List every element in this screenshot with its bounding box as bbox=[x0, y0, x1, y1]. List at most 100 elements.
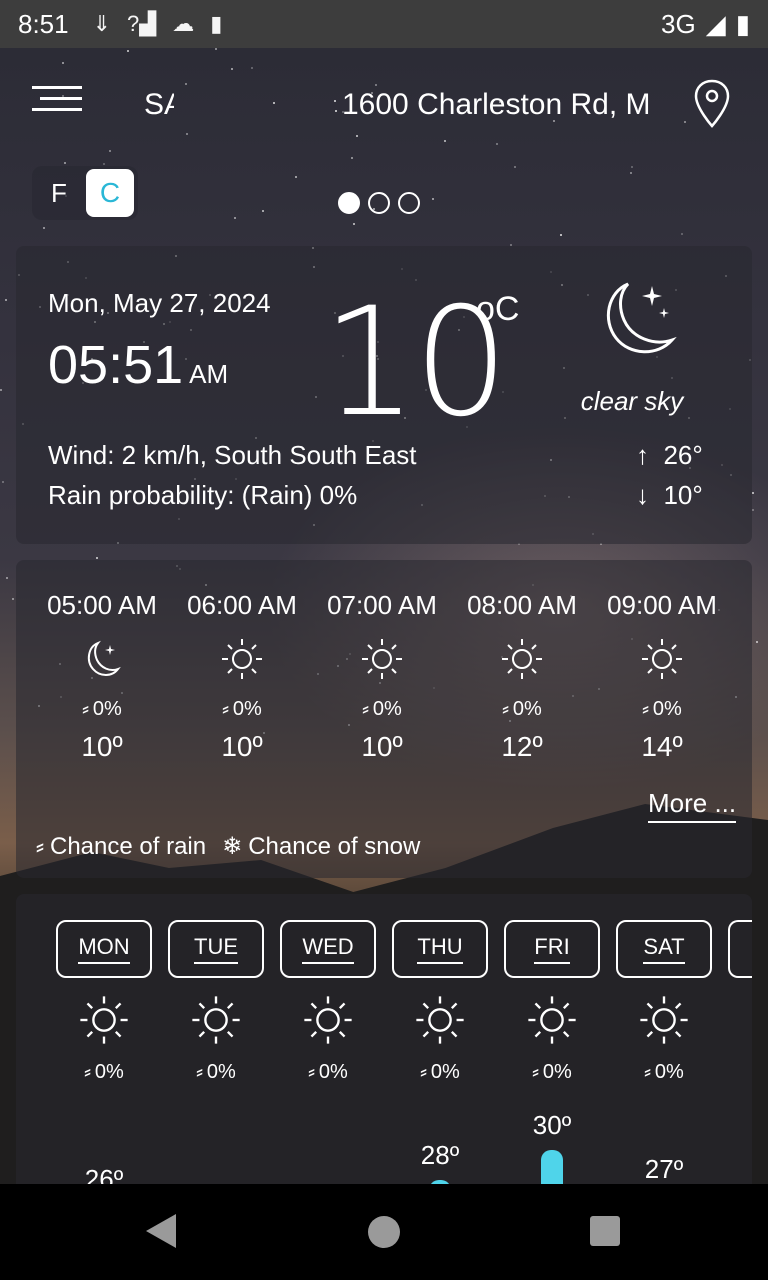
rain-value: 0% bbox=[652, 698, 682, 720]
page-dot[interactable] bbox=[338, 192, 360, 214]
hourly-item[interactable]: 08:00 AM ⸗ 0% 12º bbox=[452, 590, 592, 763]
location-pin-icon[interactable] bbox=[692, 78, 732, 130]
page-dot[interactable] bbox=[398, 192, 420, 214]
day-label: SAT bbox=[643, 934, 685, 964]
star-decoration bbox=[630, 172, 632, 174]
min-temp-value: 10° bbox=[663, 480, 703, 510]
star-decoration bbox=[353, 223, 355, 225]
raindrops-icon: ⸗ bbox=[642, 698, 649, 720]
cell-signal-icon: ◢ bbox=[705, 8, 726, 39]
max-temperature: ↑ 26° bbox=[636, 440, 703, 471]
status-time: 8:51 bbox=[18, 8, 69, 39]
more-link[interactable]: More ... bbox=[648, 788, 737, 823]
sun-icon bbox=[528, 996, 576, 1044]
daily-item[interactable]: MON ⸗ 0% bbox=[56, 920, 152, 1084]
raindrops-icon: ⸗ bbox=[502, 698, 509, 720]
unit-toggle: F C bbox=[32, 166, 138, 220]
rain-value: 0% bbox=[232, 698, 262, 720]
rain-value: 0% bbox=[654, 1061, 684, 1083]
day-max-temp: 27º bbox=[644, 1154, 684, 1184]
sun-icon bbox=[642, 639, 682, 679]
star-decoration bbox=[681, 233, 683, 235]
signal-question-icon: ?▟ bbox=[127, 11, 157, 36]
sun-icon bbox=[502, 639, 542, 679]
day-button[interactable]: WED bbox=[280, 920, 376, 978]
fahrenheit-button[interactable]: F bbox=[32, 178, 86, 209]
rain-value: 0% bbox=[512, 698, 542, 720]
day-label: MON bbox=[78, 934, 130, 964]
celsius-button[interactable]: C bbox=[86, 169, 134, 217]
rain-value: 0% bbox=[542, 1061, 572, 1083]
daily-forecast-card: MON ⸗ 0% TUE ⸗ 0% WED ⸗ 0% THU ⸗ 0% FRI ⸗ 0% … bbox=[16, 894, 752, 1194]
moon-stars-icon bbox=[606, 282, 677, 354]
status-bar: 8:51 ⇓ ?▟ ☁ ▮ 3G ◢ ▮ bbox=[0, 0, 768, 48]
sun-icon bbox=[362, 639, 402, 679]
daily-item[interactable]: SAT ⸗ 0% bbox=[616, 920, 712, 1084]
menu-button[interactable] bbox=[32, 86, 82, 122]
day-max-temp: 28º bbox=[420, 1140, 460, 1170]
day-button-partial[interactable] bbox=[728, 920, 752, 978]
cloud-icon: ☁ bbox=[172, 11, 195, 36]
star-decoration bbox=[262, 210, 264, 212]
hour-time: 06:00 AM bbox=[187, 590, 297, 620]
rain-chance: ⸗ 0% bbox=[280, 1061, 376, 1084]
legend-snow-label: Chance of snow bbox=[248, 832, 421, 860]
moon-stars-icon bbox=[87, 640, 121, 676]
raindrops-icon: ⸗ bbox=[308, 1061, 315, 1083]
raindrops-icon: ⸗ bbox=[362, 698, 369, 720]
star-decoration bbox=[631, 166, 633, 168]
star-decoration bbox=[560, 234, 562, 236]
recent-apps-icon[interactable] bbox=[590, 1216, 620, 1246]
day-button[interactable]: SAT bbox=[616, 920, 712, 978]
rain-value: 0% bbox=[206, 1061, 236, 1083]
hourly-item[interactable]: 06:00 AM ⸗ 0% 10º bbox=[172, 590, 312, 763]
current-time: 05:51 AM bbox=[48, 334, 228, 396]
hour-time: 08:00 AM bbox=[467, 590, 577, 620]
daily-item[interactable]: FRI ⸗ 0% bbox=[504, 920, 600, 1084]
sun-icon bbox=[304, 996, 352, 1044]
hourly-item[interactable]: 05:00 AM ⸗ 0% 10º bbox=[32, 590, 172, 763]
star-decoration bbox=[103, 163, 105, 165]
day-button[interactable]: THU bbox=[392, 920, 488, 978]
back-icon[interactable] bbox=[146, 1214, 176, 1248]
rain-value: 0% bbox=[318, 1061, 348, 1083]
raindrops-icon: ⸗ bbox=[196, 1061, 203, 1083]
day-button[interactable]: TUE bbox=[168, 920, 264, 978]
page-dot[interactable] bbox=[368, 192, 390, 214]
day-label: THU bbox=[417, 934, 463, 964]
location-prefix[interactable]: SA bbox=[144, 88, 174, 122]
sun-icon bbox=[192, 996, 240, 1044]
day-button[interactable]: MON bbox=[56, 920, 152, 978]
max-temp-value: 26° bbox=[663, 440, 703, 470]
rain-value: 0% bbox=[372, 698, 402, 720]
forecast-legend: ⸗ Chance of rain ❄ Chance of snow bbox=[36, 832, 420, 861]
star-decoration bbox=[234, 217, 236, 219]
star-decoration bbox=[752, 492, 754, 494]
daily-item[interactable]: TUE ⸗ 0% bbox=[168, 920, 264, 1084]
star-decoration bbox=[6, 577, 8, 579]
home-icon[interactable] bbox=[368, 1216, 400, 1248]
daily-item[interactable]: WED ⸗ 0% bbox=[280, 920, 376, 1084]
network-type: 3G bbox=[661, 8, 696, 39]
address-label[interactable]: 1600 Charleston Rd, M bbox=[342, 88, 656, 122]
star-decoration bbox=[43, 227, 45, 229]
hourly-item[interactable]: 07:00 AM ⸗ 0% 10º bbox=[312, 590, 452, 763]
star-decoration bbox=[12, 598, 14, 600]
daily-item[interactable]: THU ⸗ 0% bbox=[392, 920, 488, 1084]
hourly-item[interactable]: 09:00 AM ⸗ 0% 14º bbox=[592, 590, 732, 763]
sun-icon bbox=[222, 639, 262, 679]
current-date: Mon, May 27, 2024 bbox=[48, 288, 271, 318]
star-decoration bbox=[514, 166, 516, 168]
sd-card-icon: ▮ bbox=[210, 11, 223, 36]
rain-chance: ⸗ 0% bbox=[168, 1061, 264, 1084]
rain-probability: Rain probability: (Rain) 0% bbox=[48, 480, 358, 510]
day-label: FRI bbox=[534, 934, 570, 964]
star-decoration bbox=[295, 176, 297, 178]
hour-time: 09:00 AM bbox=[607, 590, 717, 620]
rain-value: 0% bbox=[92, 698, 122, 720]
day-button[interactable]: FRI bbox=[504, 920, 600, 978]
hour-temp: 10º bbox=[81, 731, 123, 762]
star-decoration bbox=[0, 389, 2, 391]
hour-time: 05:00 AM bbox=[47, 590, 157, 620]
rain-chance: ⸗ 0% bbox=[504, 1061, 600, 1084]
